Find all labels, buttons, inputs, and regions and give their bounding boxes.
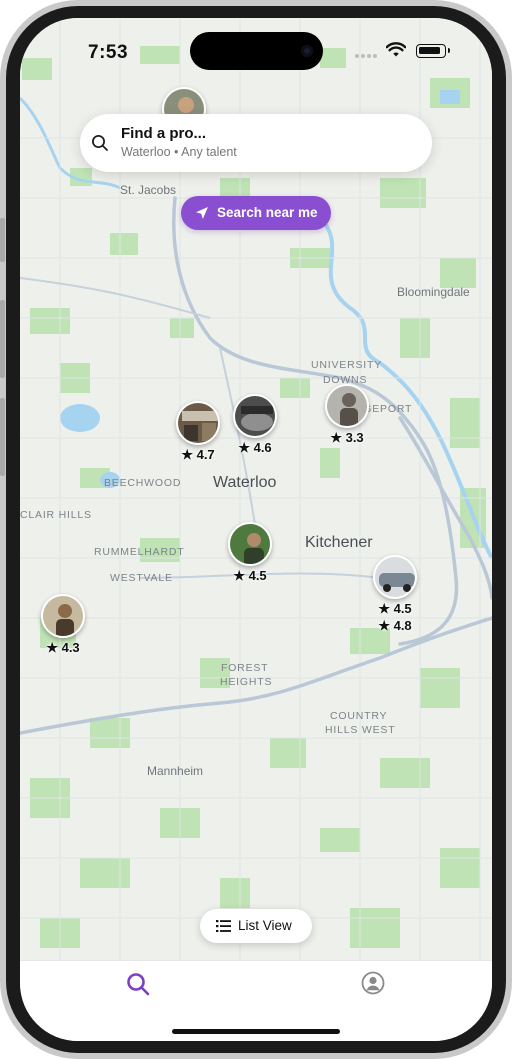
camera-icon	[301, 45, 313, 57]
pro-pin[interactable]: ★ 4.7	[175, 401, 221, 465]
battery-icon	[416, 44, 450, 58]
pro-rating: ★ 4.5	[233, 568, 267, 583]
pro-rating: ★ 4.7	[181, 447, 215, 462]
pro-rating: ★ 4.5	[378, 601, 412, 616]
map-label-waterloo: Waterloo	[213, 474, 277, 491]
search-bar[interactable]: Find a pro... Waterloo • Any talent	[80, 114, 432, 172]
pro-avatar	[41, 594, 85, 638]
map-label-country: COUNTRY	[330, 710, 387, 722]
wifi-icon	[386, 42, 406, 57]
pro-pin-cluster[interactable]: ★ 4.5 ★ 4.8	[372, 555, 418, 633]
map-label-beechwood: BEECHWOOD	[104, 477, 181, 489]
status-time: 7:53	[88, 42, 129, 63]
map-label-westvale: WESTVALE	[110, 572, 173, 584]
signal-icon	[355, 54, 379, 60]
pro-avatar	[325, 384, 369, 428]
search-icon	[92, 135, 108, 151]
action-button	[0, 218, 5, 262]
map-label-mannheim: Mannheim	[147, 764, 203, 778]
pro-rating: ★ 4.6	[238, 440, 272, 455]
map-label-st-jacobs: St. Jacobs	[120, 183, 176, 197]
status-bar: 7:53	[20, 18, 492, 74]
home-indicator[interactable]	[172, 1029, 340, 1034]
pro-pin[interactable]: ★ 4.5	[227, 522, 273, 586]
map-label-forest: FOREST	[221, 662, 268, 674]
pro-rating: ★ 3.3	[330, 430, 364, 445]
pro-avatar	[233, 394, 277, 438]
list-view-label: List View	[238, 918, 292, 933]
pro-rating: ★ 4.3	[46, 640, 80, 655]
map-label-university: UNIVERSITY	[311, 359, 382, 371]
tab-search[interactable]	[125, 971, 151, 997]
map-label-kitchener: Kitchener	[305, 534, 373, 551]
screen: St. Jacobs Bloomingdale UNIVERSITY DOWNS…	[20, 18, 492, 1041]
pro-avatar	[228, 522, 272, 566]
tab-profile[interactable]	[361, 971, 385, 995]
pro-pin[interactable]: ★ 4.6	[232, 394, 278, 458]
pro-pin[interactable]: ★ 3.3	[324, 384, 370, 448]
pro-rating: ★ 4.8	[378, 618, 412, 633]
map-label-rummelhardt: RUMMELHARDT	[94, 546, 184, 558]
volume-up-button	[0, 300, 5, 378]
list-view-button[interactable]: List View	[200, 909, 312, 943]
tab-bar	[20, 960, 492, 1041]
pro-pin[interactable]: ★ 4.3	[40, 594, 86, 658]
map-label-clair-hills: CLAIR HILLS	[20, 509, 92, 521]
pro-avatar	[373, 555, 417, 599]
location-arrow-icon	[196, 207, 208, 219]
volume-down-button	[0, 398, 5, 476]
dynamic-island	[190, 32, 323, 70]
map-label-heights: HEIGHTS	[220, 676, 272, 688]
map-label-hills-west: HILLS WEST	[325, 724, 395, 736]
map-label-bloomingdale: Bloomingdale	[397, 285, 470, 299]
phone-frame: St. Jacobs Bloomingdale UNIVERSITY DOWNS…	[0, 0, 512, 1059]
list-icon	[216, 920, 231, 932]
search-title: Find a pro...	[121, 125, 206, 142]
search-near-me-button[interactable]: Search near me	[181, 196, 331, 230]
search-subtitle: Waterloo • Any talent	[121, 145, 237, 159]
search-near-me-label: Search near me	[217, 205, 318, 220]
pro-avatar	[176, 401, 220, 445]
